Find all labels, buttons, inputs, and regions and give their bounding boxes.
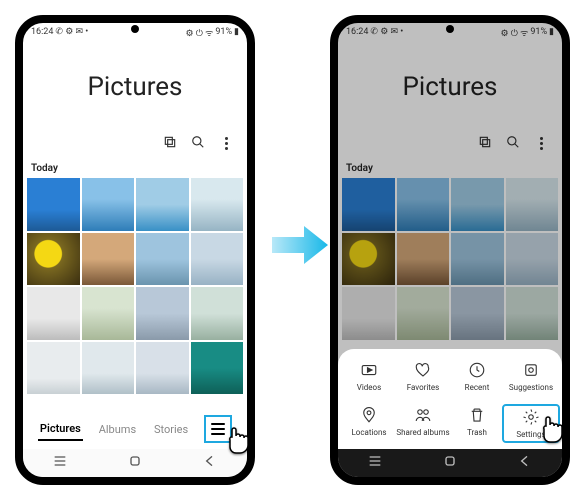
phone-before: 16:24 ✆ ⚙ ✉ • ⚙ ⏻ ᯤ 91% ▮ Pictures Today <box>15 15 255 485</box>
photo-thumb[interactable] <box>82 233 135 286</box>
photo-thumb[interactable] <box>136 342 189 395</box>
toolbar <box>338 134 562 161</box>
battery-icon: ▮ <box>549 27 554 37</box>
photo-thumb[interactable] <box>397 233 450 286</box>
photo-thumb[interactable] <box>191 287 244 340</box>
photo-grid <box>23 176 247 396</box>
more-icon[interactable] <box>534 137 548 151</box>
sheet-suggestions[interactable]: Suggestions <box>504 361 558 392</box>
status-icons-right: ⚙ ⏻ ᯤ <box>500 26 528 39</box>
tab-stories[interactable]: Stories <box>152 419 190 440</box>
photo-thumb[interactable] <box>136 287 189 340</box>
more-icon[interactable] <box>219 137 233 151</box>
section-label: Today <box>23 161 247 176</box>
battery-icon: ▮ <box>234 27 239 37</box>
photo-thumb[interactable] <box>342 178 395 231</box>
status-battery: 91% <box>215 27 232 37</box>
sheet-videos[interactable]: Videos <box>342 361 396 392</box>
status-battery: 91% <box>530 27 547 37</box>
sheet-locations[interactable]: Locations <box>342 406 396 441</box>
photo-thumb[interactable] <box>342 287 395 340</box>
photo-thumb[interactable] <box>191 178 244 231</box>
status-icons-right: ⚙ ⏻ ᯤ <box>185 26 213 39</box>
photo-thumb[interactable] <box>451 233 504 286</box>
photo-thumb[interactable] <box>27 178 80 231</box>
sheet-label: Trash <box>467 428 487 437</box>
photo-thumb[interactable] <box>506 178 559 231</box>
photo-thumb[interactable] <box>82 178 135 231</box>
android-nav-bar <box>23 449 247 477</box>
toolbar <box>23 134 247 161</box>
android-nav-bar <box>338 449 562 477</box>
sheet-recent[interactable]: Recent <box>450 361 504 392</box>
bottom-tabs: Pictures Albums Stories <box>23 409 247 449</box>
phone-after: 16:24 ✆ ⚙ ✉ • ⚙ ⏻ ᯤ 91% ▮ Pictures Today <box>330 15 570 485</box>
photo-thumb[interactable] <box>506 233 559 286</box>
photo-thumb[interactable] <box>342 233 395 286</box>
home-button[interactable] <box>127 453 143 473</box>
photo-thumb[interactable] <box>27 233 80 286</box>
camera-notch <box>446 25 454 33</box>
status-icons-left: ✆ ⚙ ✉ • <box>55 27 88 37</box>
photo-thumb[interactable] <box>451 178 504 231</box>
search-icon[interactable] <box>191 134 205 153</box>
camera-notch <box>131 25 139 33</box>
photo-grid <box>338 176 562 342</box>
photo-thumb[interactable] <box>27 342 80 395</box>
cursor-hand-icon <box>222 423 254 455</box>
photo-thumb[interactable] <box>451 287 504 340</box>
layers-icon[interactable] <box>478 134 492 153</box>
status-time: 16:24 <box>31 27 53 37</box>
home-button[interactable] <box>442 453 458 473</box>
sheet-favorites[interactable]: Favorites <box>396 361 450 392</box>
photo-thumb[interactable] <box>397 287 450 340</box>
photo-thumb[interactable] <box>27 287 80 340</box>
page-title: Pictures <box>23 39 247 134</box>
status-icons-left: ✆ ⚙ ✉ • <box>370 27 403 37</box>
photo-thumb[interactable] <box>191 342 244 395</box>
bottom-sheet: Videos Favorites Recent Suggestions Loca… <box>338 349 562 449</box>
cursor-hand-icon <box>536 412 568 444</box>
arrow-right-icon <box>270 220 330 270</box>
sheet-label: Shared albums <box>396 428 449 437</box>
photo-thumb[interactable] <box>82 287 135 340</box>
photo-thumb[interactable] <box>191 233 244 286</box>
photo-thumb[interactable] <box>136 233 189 286</box>
status-time: 16:24 <box>346 27 368 37</box>
sheet-label: Suggestions <box>509 383 553 392</box>
tab-pictures[interactable]: Pictures <box>38 418 83 441</box>
recents-button[interactable] <box>52 453 68 473</box>
photo-thumb[interactable] <box>82 342 135 395</box>
layers-icon[interactable] <box>163 134 177 153</box>
back-button[interactable] <box>517 453 533 473</box>
sheet-label: Favorites <box>407 383 440 392</box>
tab-albums[interactable]: Albums <box>97 419 138 440</box>
page-title: Pictures <box>338 39 562 134</box>
photo-thumb[interactable] <box>136 178 189 231</box>
sheet-shared-albums[interactable]: Shared albums <box>396 406 450 441</box>
section-label: Today <box>338 161 562 176</box>
sheet-label: Recent <box>465 383 490 392</box>
sheet-label: Videos <box>357 383 381 392</box>
search-icon[interactable] <box>506 134 520 153</box>
photo-thumb[interactable] <box>506 287 559 340</box>
back-button[interactable] <box>202 453 218 473</box>
photo-thumb[interactable] <box>397 178 450 231</box>
sheet-label: Locations <box>351 428 386 437</box>
sheet-trash[interactable]: Trash <box>450 406 504 441</box>
recents-button[interactable] <box>367 453 383 473</box>
